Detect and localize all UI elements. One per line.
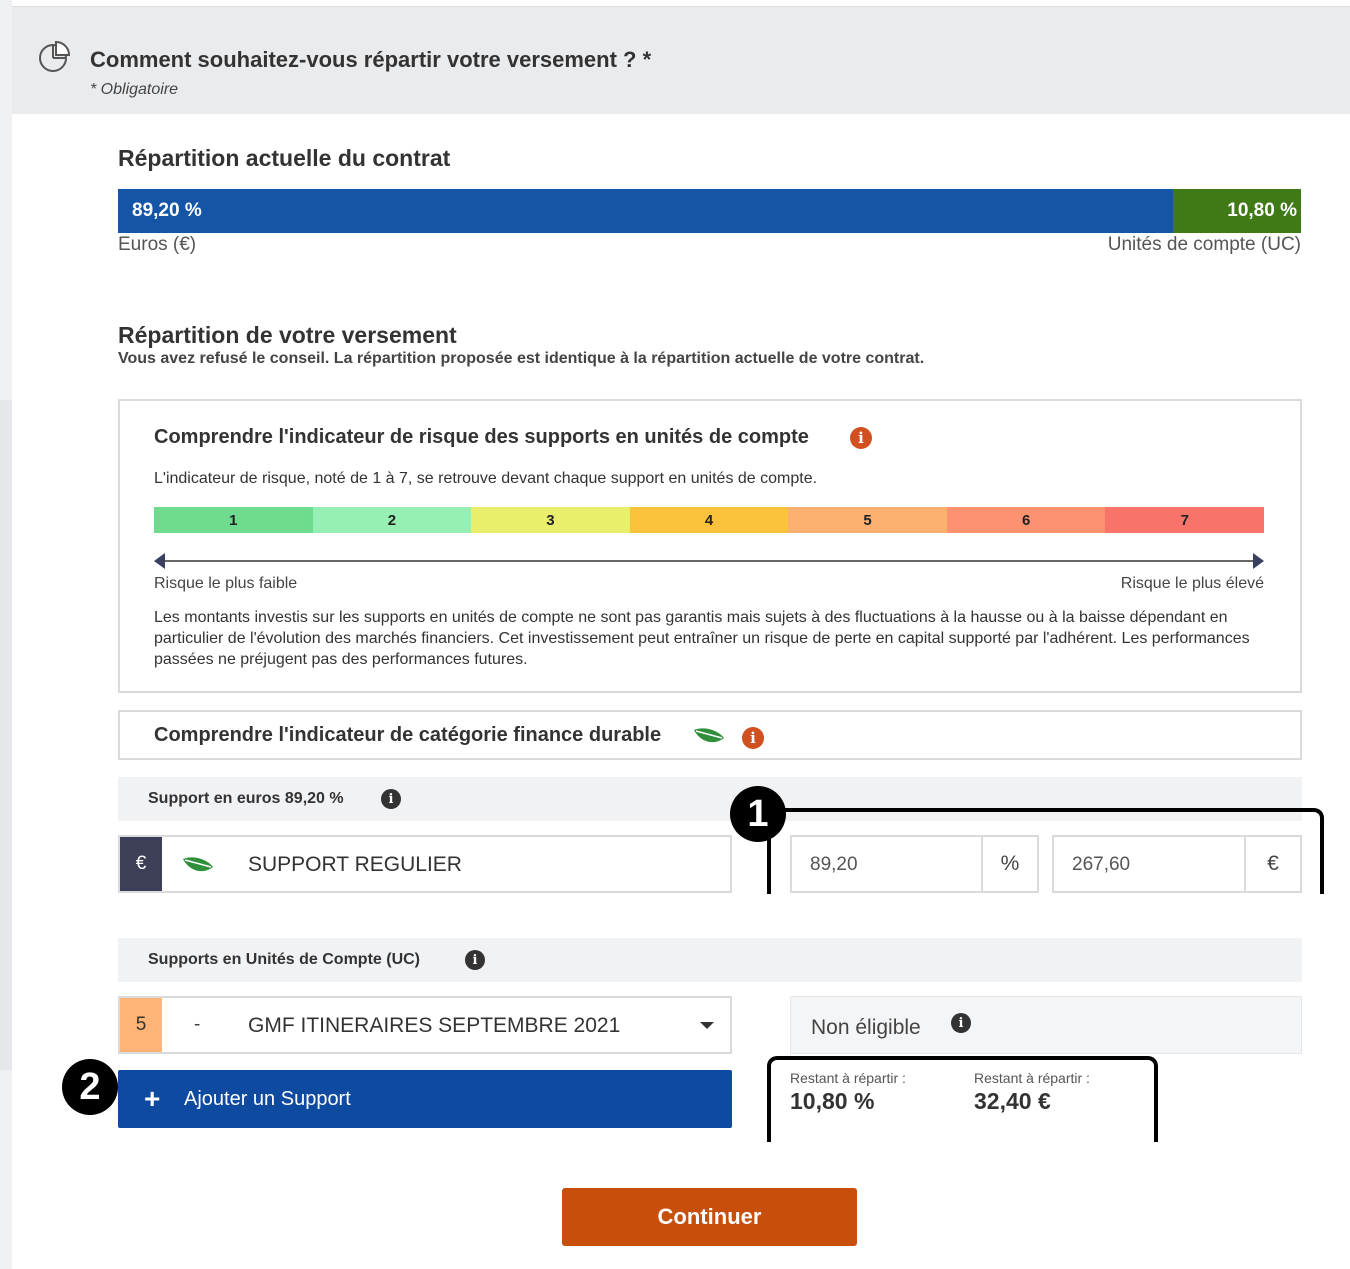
info-icon[interactable]: i: [381, 789, 401, 809]
risk-level-3: 3: [471, 507, 630, 533]
info-icon[interactable]: i: [465, 950, 485, 970]
required-note: * Obligatoire: [90, 81, 179, 98]
risk-level-5: 5: [788, 507, 947, 533]
allocation-uc-segment: 10,80 %: [1173, 189, 1301, 233]
euro-support-name: SUPPORT REGULIER: [248, 853, 462, 876]
uc-label: Unités de compte (UC): [1107, 234, 1301, 255]
allocation-bar: 89,20 % 10,80 %: [118, 189, 1301, 233]
callout-frame-2: [767, 1056, 1158, 1142]
leaf-icon: [694, 728, 724, 743]
risk-disclaimer: Les montants investis sur les supports e…: [154, 609, 1250, 668]
euro-support-title: Support en euros 89,20 %: [148, 790, 344, 807]
info-icon[interactable]: i: [850, 427, 872, 449]
left-gutter-shade: [0, 400, 12, 1070]
info-icon[interactable]: i: [951, 1013, 971, 1033]
uc-risk-level-tag: 5: [120, 998, 162, 1052]
risk-level-7: 7: [1105, 507, 1265, 533]
uc-support-title: Supports en Unités de Compte (UC): [148, 951, 421, 968]
page-title: Comment souhaitez-vous répartir votre ve…: [90, 47, 652, 72]
info-icon[interactable]: i: [742, 727, 764, 749]
risk-level-4: 4: [629, 507, 789, 533]
marker-1: 1: [730, 786, 786, 842]
payment-allocation-title: Répartition de votre versement: [118, 322, 457, 348]
risk-high-label: Risque le plus élevé: [1120, 575, 1264, 592]
euro-label: Euros (€): [118, 234, 197, 255]
chevron-down-icon[interactable]: [700, 1022, 714, 1029]
current-allocation-title: Répartition actuelle du contrat: [118, 145, 451, 171]
risk-low-label: Risque le plus faible: [154, 575, 298, 592]
add-support-label: Ajouter un Support: [184, 1087, 351, 1110]
risk-indicator-panel: Comprendre l'indicateur de risque des su…: [118, 399, 1302, 693]
callout-frame-1: [767, 808, 1324, 894]
question-header: Comment souhaitez-vous répartir votre ve…: [12, 6, 1350, 114]
plus-icon: +: [144, 1083, 161, 1114]
uc-support-band: Supports en Unités de Compte (UC) i: [118, 938, 1302, 982]
allocation-euro-segment: 89,20 %: [118, 189, 1174, 233]
euro-currency-tag: €: [120, 837, 162, 891]
uc-support-select[interactable]: 5 - GMF ITINERAIRES SEPTEMBRE 2021: [118, 996, 732, 1054]
euro-percent: 89,20 %: [132, 200, 202, 221]
risk-indicator-title: Comprendre l'indicateur de risque des su…: [154, 426, 809, 448]
risk-level-6: 6: [946, 507, 1106, 533]
leaf-icon: [183, 857, 213, 872]
sustainable-indicator-title: Comprendre l'indicateur de catégorie fin…: [154, 724, 662, 746]
uc-percent: 10,80 %: [1227, 200, 1297, 221]
risk-indicator-description: L'indicateur de risque, noté de 1 à 7, s…: [154, 470, 818, 487]
marker-2: 2: [62, 1059, 118, 1115]
risk-scale: 1234567: [154, 507, 1265, 533]
pie-chart-icon: [39, 40, 70, 72]
risk-axis-arrow: [154, 553, 1264, 569]
eligibility-status: Non éligible i: [790, 996, 1302, 1054]
risk-level-2: 2: [312, 507, 472, 533]
uc-separator: -: [194, 1014, 201, 1035]
left-gutter: [0, 0, 12, 1269]
add-support-button[interactable]: + Ajouter un Support: [118, 1070, 732, 1128]
payment-allocation-subtitle: Vous avez refusé le conseil. La répartit…: [118, 350, 925, 367]
risk-level-1: 1: [154, 507, 313, 533]
eligibility-label: Non éligible: [811, 1016, 921, 1039]
euro-support-field: € SUPPORT REGULIER: [118, 835, 732, 893]
sustainable-indicator-panel[interactable]: Comprendre l'indicateur de catégorie fin…: [118, 710, 1302, 760]
uc-support-name: GMF ITINERAIRES SEPTEMBRE 2021: [248, 1014, 621, 1037]
continue-button[interactable]: Continuer: [562, 1188, 857, 1246]
